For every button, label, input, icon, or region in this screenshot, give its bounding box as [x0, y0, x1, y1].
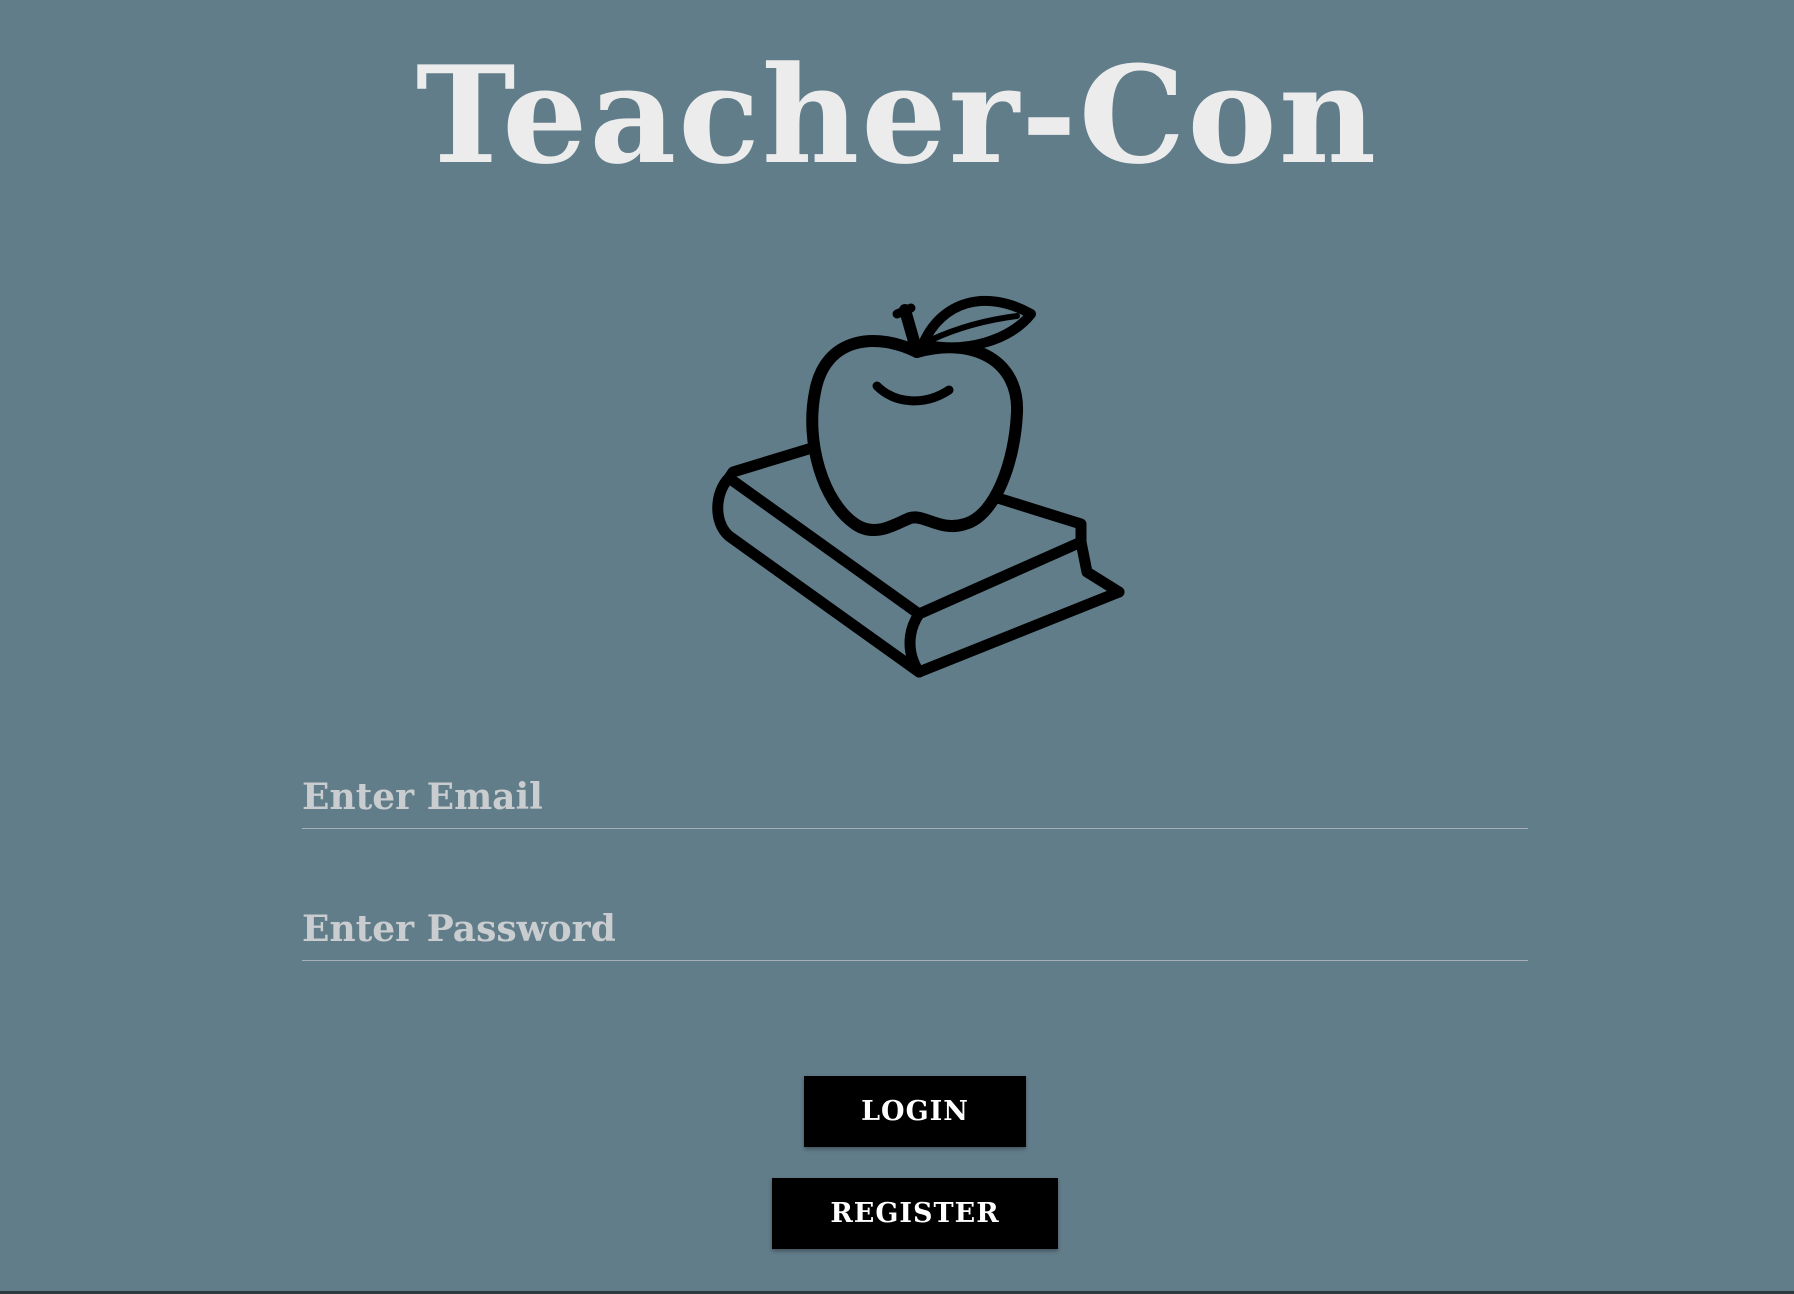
email-field[interactable]: [302, 758, 1528, 829]
app-title: Teacher-Con: [415, 36, 1379, 194]
email-input[interactable]: [302, 776, 1528, 818]
password-field[interactable]: [302, 890, 1528, 961]
password-input[interactable]: [302, 908, 1528, 950]
apple-on-book-icon: [705, 292, 1135, 682]
register-button[interactable]: REGISTER: [772, 1178, 1058, 1249]
login-button[interactable]: LOGIN: [804, 1076, 1026, 1147]
